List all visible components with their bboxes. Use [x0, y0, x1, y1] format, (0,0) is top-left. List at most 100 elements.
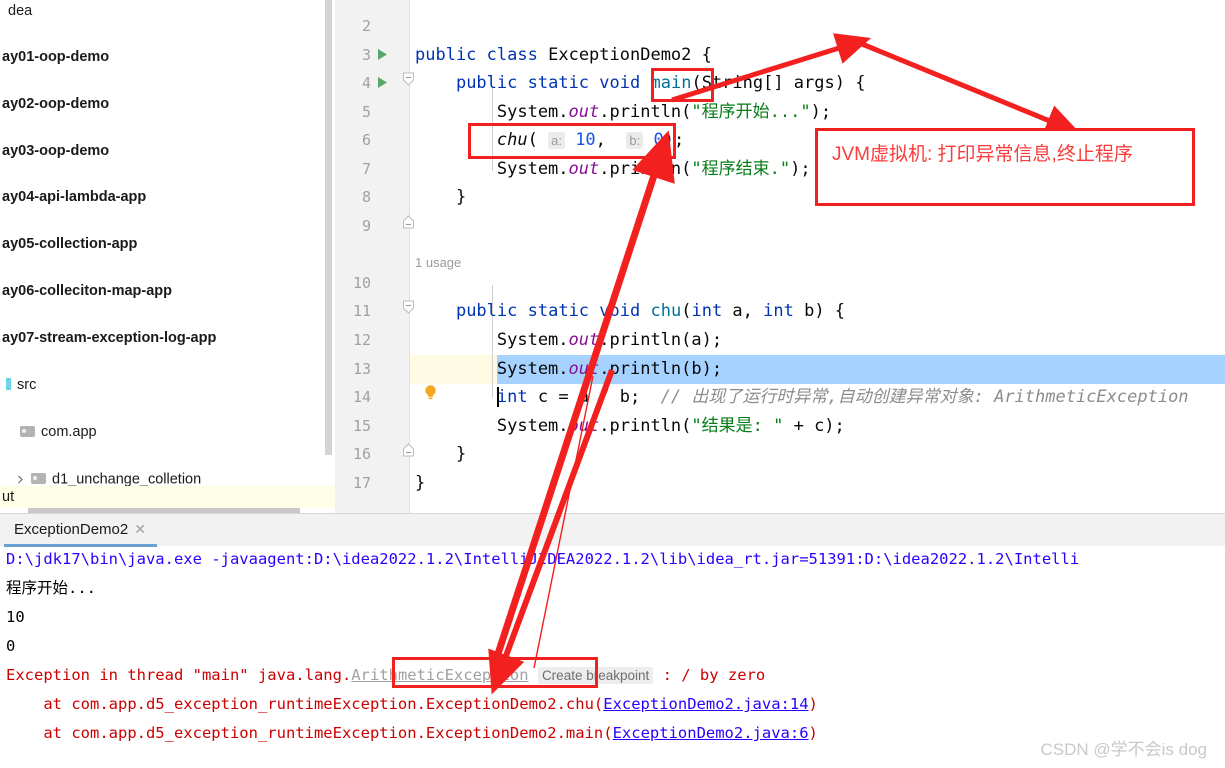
- console-tab-exceptiondemo2[interactable]: ExceptionDemo2 ✕: [8, 515, 152, 544]
- folder-icon: [31, 472, 47, 485]
- code-line-12[interactable]: System.out.println(b);: [415, 355, 722, 384]
- stack-frame-suffix: ): [808, 724, 818, 742]
- exception-message: : / by zero: [662, 666, 766, 684]
- stack-frame-suffix: ): [808, 695, 818, 713]
- method-chu: chu: [650, 301, 682, 321]
- line-number: 14: [352, 388, 371, 406]
- field-out: out: [568, 102, 600, 122]
- line-number: 2: [361, 17, 371, 35]
- tree-item-label: dea: [8, 3, 33, 19]
- text-caret: [497, 387, 499, 407]
- console-command-line: D:\jdk17\bin\java.exe -javaagent:D:\idea…: [6, 550, 1080, 568]
- kw-int: int: [496, 387, 528, 407]
- tree-item-label: ay02-oop-demo: [2, 95, 110, 112]
- tree-item-label: ay07-stream-exception-log-app: [2, 330, 217, 347]
- code-line-6[interactable]: chu( a: 10, b: 0);: [415, 126, 684, 155]
- kw-public: public: [455, 73, 518, 93]
- project-tree-scrollbar[interactable]: [325, 0, 332, 455]
- tree-item-label: ay06-colleciton-map-app: [2, 282, 173, 299]
- code-line-5[interactable]: System.out.println("程序开始...");: [415, 98, 831, 127]
- line-number: 10: [352, 274, 371, 292]
- csdn-watermark: CSDN @学不会is dog: [1040, 740, 1207, 759]
- inline-comment: // 出现了运行时异常,自动创建异常对象: ArithmeticExceptio…: [660, 387, 1189, 407]
- stack-frame-link[interactable]: ExceptionDemo2.java:14: [603, 695, 808, 713]
- code-line-14[interactable]: System.out.println("结果是: " + c);: [415, 412, 845, 441]
- tree-partial-row: ut: [0, 486, 335, 508]
- console-output-line: 程序开始...: [6, 579, 96, 597]
- line-number: 16: [352, 445, 371, 463]
- call-chu: chu: [496, 130, 528, 150]
- run-class-icon[interactable]: [377, 41, 391, 70]
- console-output-line: 10: [6, 608, 25, 626]
- code-line-13[interactable]: int c = a / b; // 出现了运行时异常,自动创建异常对象: Ari…: [415, 383, 1189, 412]
- tree-item-day04[interactable]: ay04-api-lambda-app: [0, 186, 335, 209]
- param-hint-b: b:: [626, 132, 644, 149]
- tree-item-day07[interactable]: ay07-stream-exception-log-app: [0, 327, 335, 350]
- line-number: 3: [361, 46, 371, 64]
- method-println: println: [609, 159, 682, 179]
- kw-static: static: [527, 73, 590, 93]
- exception-prefix: Exception in thread "main" java.lang.: [6, 666, 352, 684]
- code-line-15[interactable]: }: [415, 440, 466, 469]
- code-line-4[interactable]: public static void main(String[] args) {: [415, 69, 866, 98]
- console-output-line: 0: [6, 637, 16, 655]
- string-literal: "程序结束.": [691, 159, 791, 179]
- class-name: ExceptionDemo2: [548, 45, 692, 65]
- field-out: out: [568, 416, 600, 436]
- method-println: println: [609, 102, 682, 122]
- tree-item-label: com.app: [41, 423, 97, 440]
- kw-int: int: [763, 301, 794, 321]
- line-number: 17: [352, 474, 371, 492]
- tree-item-label: src: [17, 377, 37, 394]
- code-line-16[interactable]: }: [415, 469, 425, 498]
- code-editor[interactable]: 2 3 4 5 6 7 8 9 10 11 12 13 14 15 16 17 …: [335, 0, 1225, 513]
- field-out: out: [568, 330, 600, 350]
- code-line-10[interactable]: public static void chu(int a, int b) {: [415, 297, 845, 326]
- kw-void: void: [599, 73, 641, 93]
- tree-item-day05[interactable]: ay05-collection-app: [0, 233, 335, 256]
- line-number: 5: [361, 103, 371, 121]
- line-number: 4: [361, 74, 371, 92]
- tree-item-day03[interactable]: ay03-oop-demo: [0, 140, 335, 163]
- console-tab-bar: [0, 513, 1225, 546]
- line-number: 9: [361, 217, 371, 235]
- tree-partial-label: ut: [2, 489, 15, 505]
- exception-type: ArithmeticException: [351, 666, 529, 684]
- tree-item-day02[interactable]: ay02-oop-demo: [0, 93, 335, 116]
- kw-int: int: [691, 301, 723, 321]
- tree-item-label: ay03-oop-demo: [2, 142, 110, 159]
- folder-icon: [20, 425, 36, 438]
- run-console-panel[interactable]: ExceptionDemo2 ✕ D:\jdk17\bin\java.exe -j…: [0, 513, 1225, 768]
- param-hint-a: a:: [548, 132, 565, 149]
- line-number: 6: [361, 131, 371, 149]
- tree-item-label: ay01-oop-demo: [2, 49, 110, 66]
- field-out: out: [568, 159, 600, 179]
- code-line-11[interactable]: System.out.println(a);: [415, 326, 722, 355]
- method-main: main: [650, 73, 692, 93]
- method-println: println: [609, 330, 682, 350]
- tree-item-day01[interactable]: ay01-oop-demo: [0, 46, 335, 69]
- console-tab-label: ExceptionDemo2: [14, 521, 129, 538]
- run-method-icon[interactable]: [377, 69, 391, 98]
- line-number: 7: [361, 160, 371, 178]
- usage-hint[interactable]: 1 usage: [415, 253, 461, 273]
- stack-frame-link[interactable]: ExceptionDemo2.java:6: [613, 724, 809, 742]
- console-exception-line: Exception in thread "main" java.lang.Ari…: [6, 661, 765, 690]
- code-line-8[interactable]: }: [415, 183, 466, 212]
- tree-item-com-app[interactable]: com.app: [0, 421, 335, 444]
- arg-0: 0: [653, 130, 664, 150]
- create-breakpoint-hint[interactable]: Create breakpoint: [537, 667, 654, 684]
- project-tree-panel[interactable]: dea ay01-oop-demo ay02-oop-demo ay03-oop…: [0, 0, 335, 510]
- fold-close-icon[interactable]: [402, 212, 418, 241]
- code-line-3[interactable]: public class ExceptionDemo2 {: [415, 41, 712, 70]
- stack-trace-line: at com.app.d5_exception_runtimeException…: [6, 690, 818, 719]
- stack-frame-text: at com.app.d5_exception_runtimeException…: [6, 724, 613, 742]
- tree-item-idea[interactable]: dea: [0, 0, 335, 23]
- close-icon[interactable]: ✕: [134, 515, 146, 544]
- kw-class: class: [486, 45, 538, 65]
- line-number: 13: [352, 360, 371, 378]
- field-out: out: [568, 359, 600, 379]
- tree-item-day06[interactable]: ay06-colleciton-map-app: [0, 280, 335, 303]
- tree-item-src[interactable]: src: [0, 374, 335, 397]
- code-line-7[interactable]: System.out.println("程序结束.");: [415, 155, 811, 184]
